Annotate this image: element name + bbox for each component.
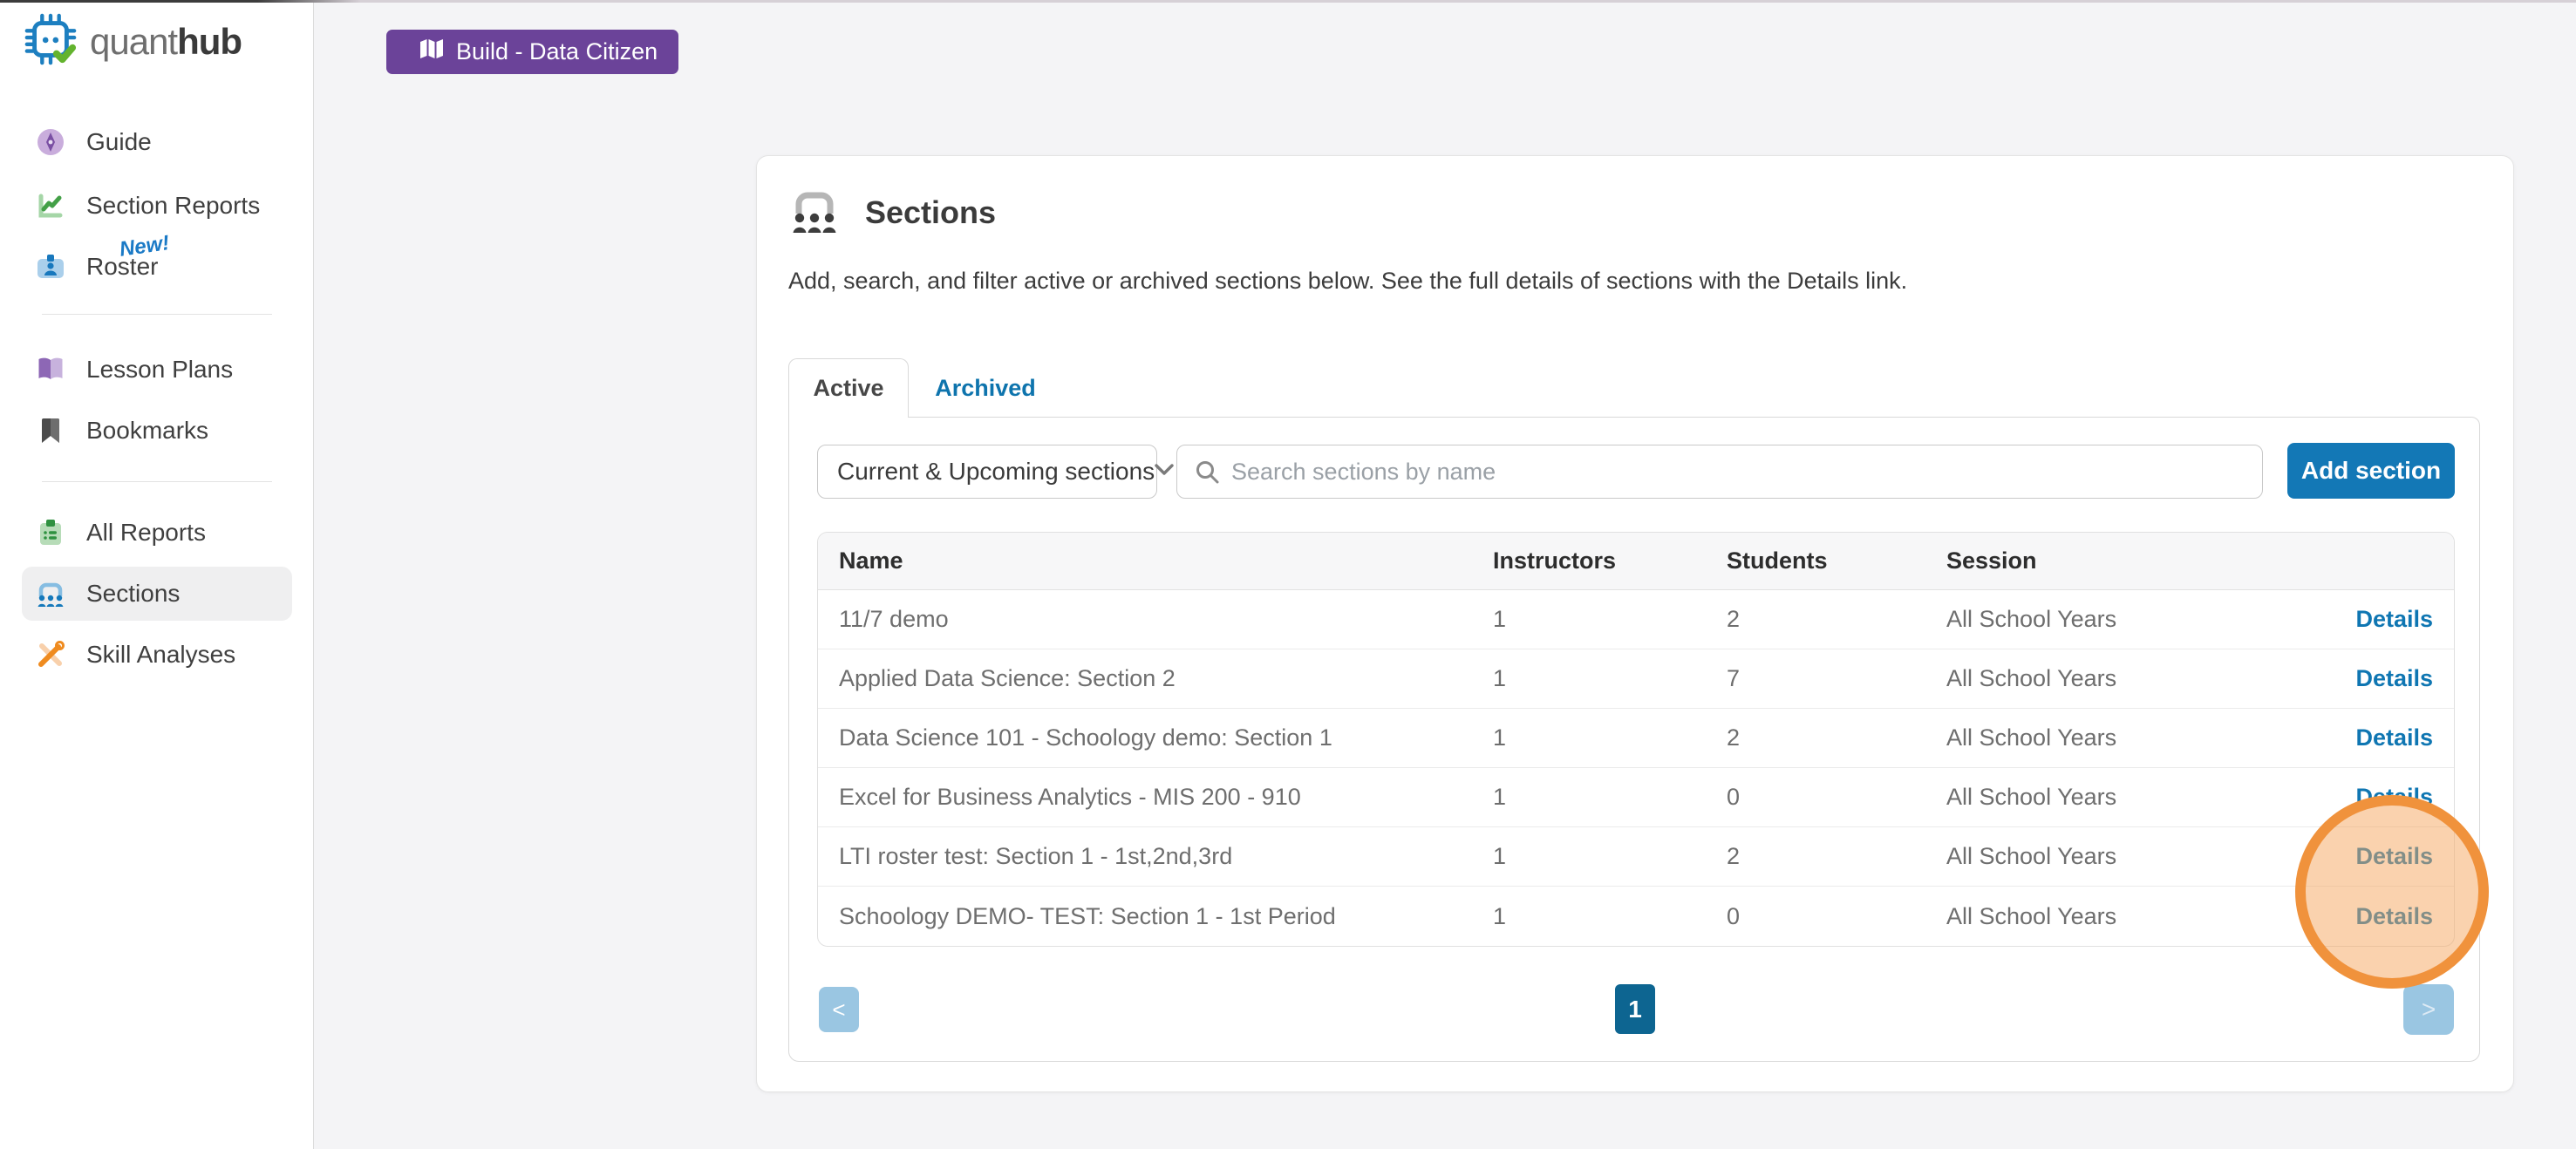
chip-logo-icon — [24, 12, 78, 71]
sidebar-item-label: All Reports — [86, 519, 206, 547]
students-count-cell: 2 — [1727, 590, 1946, 649]
book-icon — [34, 353, 67, 386]
people-board-icon — [34, 577, 67, 610]
main-content: Build - Data Citizen Sections Add, searc… — [314, 0, 2576, 1149]
active-sections-panel: Current & Upcoming sections Add section — [788, 417, 2480, 1062]
quanthub-logo[interactable]: quanthub — [24, 12, 242, 71]
filter-selected-value: Current & Upcoming sections — [837, 458, 1155, 486]
sidebar-item-label: Bookmarks — [86, 417, 208, 445]
sections-table: Name Instructors Students Session 11/7 d… — [817, 532, 2455, 947]
sidebar-item-guide[interactable]: Guide — [22, 115, 292, 169]
page-description: Add, search, and filter active or archiv… — [788, 268, 1907, 295]
details-link[interactable]: Details — [2355, 724, 2433, 751]
session-cell: All School Years — [1946, 768, 2267, 827]
section-name-cell: Applied Data Science: Section 2 — [818, 649, 1493, 709]
sidebar-item-label: Skill Analyses — [86, 641, 235, 669]
search-input[interactable] — [1176, 445, 2263, 499]
instructors-count-cell: 1 — [1493, 590, 1727, 649]
highlight-circle — [2295, 795, 2489, 989]
brand-name: quanthub — [90, 21, 242, 63]
top-accent-line — [0, 0, 2576, 3]
section-name-cell: Excel for Business Analytics - MIS 200 -… — [818, 768, 1493, 827]
add-section-button[interactable]: Add section — [2287, 443, 2455, 499]
students-count-cell: 2 — [1727, 827, 1946, 887]
details-link[interactable]: Details — [2355, 665, 2433, 691]
table-row: 11/7 demo12All School Years Details — [818, 590, 2454, 649]
build-data-citizen-badge[interactable]: Build - Data Citizen — [386, 30, 678, 74]
pagination-prev-button[interactable]: < — [819, 987, 859, 1032]
students-count-cell: 0 — [1727, 887, 1946, 946]
table-row: Data Science 101 - Schoology demo: Secti… — [818, 709, 2454, 768]
table-row: Schoology DEMO- TEST: Section 1 - 1st Pe… — [818, 887, 2454, 946]
session-cell: All School Years — [1946, 649, 2267, 709]
section-name-cell: Data Science 101 - Schoology demo: Secti… — [818, 709, 1493, 768]
instructors-count-cell: 1 — [1493, 887, 1727, 946]
column-header-session: Session — [1946, 533, 2267, 590]
sidebar-item-label: Section Reports — [86, 192, 260, 220]
table-header-row: Name Instructors Students Session — [818, 533, 2454, 590]
sidebar-item-section-reports[interactable]: Section Reports — [22, 179, 292, 233]
card-header: Sections — [788, 186, 996, 239]
sidebar: quanthub Guide Section Reports Roster Ne… — [0, 0, 314, 1149]
column-header-students: Students — [1727, 533, 1946, 590]
instructors-count-cell: 1 — [1493, 709, 1727, 768]
session-cell: All School Years — [1946, 887, 2267, 946]
students-count-cell: 7 — [1727, 649, 1946, 709]
sidebar-item-skill-analyses[interactable]: Skill Analyses — [22, 628, 292, 682]
sidebar-item-bookmarks[interactable]: Bookmarks — [22, 404, 292, 458]
column-header-instructors: Instructors — [1493, 533, 1727, 590]
section-name-cell: 11/7 demo — [818, 590, 1493, 649]
page-title: Sections — [865, 194, 996, 231]
tools-icon — [34, 638, 67, 671]
sidebar-divider — [42, 314, 272, 315]
tab-label: Active — [813, 375, 883, 402]
tab-label: Archived — [935, 375, 1036, 402]
pagination-page-1-button[interactable]: 1 — [1615, 984, 1655, 1034]
table-row: Excel for Business Analytics - MIS 200 -… — [818, 768, 2454, 827]
table-row: Applied Data Science: Section 217All Sch… — [818, 649, 2454, 709]
details-link[interactable]: Details — [2355, 606, 2433, 632]
instructors-count-cell: 1 — [1493, 768, 1727, 827]
sidebar-item-roster[interactable]: Roster New! — [22, 240, 292, 294]
sidebar-item-label: Guide — [86, 128, 152, 156]
session-cell: All School Years — [1946, 709, 2267, 768]
sidebar-divider — [42, 481, 272, 482]
map-icon — [419, 38, 444, 65]
search-field-wrap — [1176, 445, 2263, 499]
section-name-cell: LTI roster test: Section 1 - 1st,2nd,3rd — [818, 827, 1493, 887]
compass-icon — [34, 126, 67, 159]
session-cell: All School Years — [1946, 590, 2267, 649]
sections-card: Sections Add, search, and filter active … — [756, 155, 2514, 1092]
students-count-cell: 2 — [1727, 709, 1946, 768]
tab-active[interactable]: Active — [788, 358, 909, 418]
chevron-down-icon — [1155, 464, 1174, 480]
sidebar-item-label: Sections — [86, 580, 180, 608]
sidebar-item-lesson-plans[interactable]: Lesson Plans — [22, 343, 292, 397]
table-row: LTI roster test: Section 1 - 1st,2nd,3rd… — [818, 827, 2454, 887]
sections-filter-dropdown[interactable]: Current & Upcoming sections — [817, 445, 1157, 499]
pagination-next-button[interactable]: > — [2403, 984, 2454, 1035]
clipboard-icon — [34, 516, 67, 549]
section-name-cell: Schoology DEMO- TEST: Section 1 - 1st Pe… — [818, 887, 1493, 946]
details-cell: Details — [2267, 649, 2454, 709]
column-header-name: Name — [818, 533, 1493, 590]
session-cell: All School Years — [1946, 827, 2267, 887]
instructors-count-cell: 1 — [1493, 827, 1727, 887]
details-cell: Details — [2267, 709, 2454, 768]
sections-header-icon — [788, 186, 841, 239]
instructors-count-cell: 1 — [1493, 649, 1727, 709]
bookmark-icon — [34, 414, 67, 447]
students-count-cell: 0 — [1727, 768, 1946, 827]
id-badge-icon — [34, 250, 67, 283]
sidebar-item-sections[interactable]: Sections — [22, 567, 292, 621]
column-header-details — [2267, 533, 2454, 590]
line-chart-icon — [34, 189, 67, 222]
details-cell: Details — [2267, 590, 2454, 649]
sidebar-item-all-reports[interactable]: All Reports — [22, 506, 292, 560]
tab-archived[interactable]: Archived — [909, 358, 1062, 418]
new-badge: New! — [118, 231, 171, 262]
badge-label: Build - Data Citizen — [456, 38, 658, 65]
sidebar-item-label: Lesson Plans — [86, 356, 233, 384]
